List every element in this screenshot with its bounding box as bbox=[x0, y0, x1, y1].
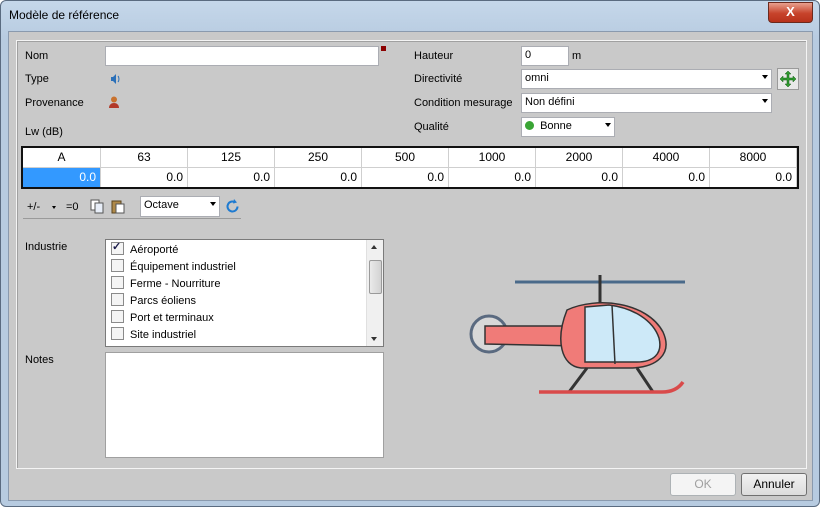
frequency-values-row: 0.0 0.0 0.0 0.0 0.0 0.0 0.0 0.0 0.0 bbox=[23, 168, 797, 187]
chevron-down-icon bbox=[762, 99, 768, 103]
list-item[interactable]: Site industriel bbox=[111, 327, 196, 343]
qualite-value: Bonne bbox=[540, 120, 572, 132]
condition-value: Non défini bbox=[525, 96, 575, 108]
notes-label: Notes bbox=[25, 354, 54, 366]
frequency-header-cell: 125 bbox=[188, 148, 275, 167]
frequency-header-cell: 8000 bbox=[710, 148, 797, 167]
frequency-value-cell[interactable]: 0.0 bbox=[188, 168, 275, 187]
hauteur-input[interactable]: 0 bbox=[521, 46, 569, 66]
frequency-value-cell[interactable]: 0.0 bbox=[710, 168, 797, 187]
list-item[interactable]: Équipement industriel bbox=[111, 259, 236, 275]
directivite-label: Directivité bbox=[414, 73, 463, 85]
list-item-label: Parcs éoliens bbox=[130, 295, 197, 307]
list-item-label: Port et terminaux bbox=[130, 312, 214, 324]
dialog-body: Nom Type Provenance Lw (dB) Hauteur 0 m … bbox=[8, 31, 813, 501]
zero-button[interactable]: =0 bbox=[66, 201, 79, 213]
frequency-value-cell[interactable]: 0.0 bbox=[23, 168, 101, 187]
list-scrollbar[interactable] bbox=[366, 240, 383, 346]
title-bar[interactable]: Modèle de référence X bbox=[1, 1, 819, 31]
speaker-icon[interactable] bbox=[108, 72, 122, 89]
checkbox[interactable] bbox=[111, 259, 124, 272]
checkbox[interactable] bbox=[111, 310, 124, 323]
provenance-label: Provenance bbox=[25, 97, 84, 109]
band-value: Octave bbox=[144, 199, 179, 211]
condition-label: Condition mesurage bbox=[414, 97, 513, 109]
industrie-list[interactable]: Aéroporté Équipement industriel Ferme - No… bbox=[105, 239, 384, 347]
copy-icon[interactable] bbox=[90, 199, 104, 217]
checkbox[interactable] bbox=[111, 240, 124, 255]
frequency-header-cell: 63 bbox=[101, 148, 188, 167]
scroll-down-icon[interactable] bbox=[371, 337, 377, 341]
list-item[interactable]: Parcs éoliens bbox=[111, 293, 196, 309]
frequency-header-cell: 2000 bbox=[536, 148, 623, 167]
qualite-label: Qualité bbox=[414, 121, 449, 133]
checkbox[interactable] bbox=[111, 276, 124, 289]
frequency-value-cell[interactable]: 0.0 bbox=[623, 168, 710, 187]
directivite-value: omni bbox=[525, 72, 549, 84]
window-title: Modèle de référence bbox=[9, 8, 120, 22]
scroll-up-icon[interactable] bbox=[371, 245, 377, 249]
frequency-header-cell: 1000 bbox=[449, 148, 536, 167]
frequency-value-cell[interactable]: 0.0 bbox=[101, 168, 188, 187]
paste-icon[interactable] bbox=[111, 199, 125, 217]
frequency-header-row: A 63 125 250 500 1000 2000 4000 8000 bbox=[23, 148, 797, 168]
frequency-header-cell: 4000 bbox=[623, 148, 710, 167]
user-icon[interactable] bbox=[107, 95, 121, 112]
condition-select[interactable]: Non défini bbox=[521, 93, 772, 113]
list-item[interactable]: Port et terminaux bbox=[111, 310, 214, 326]
refresh-icon[interactable] bbox=[224, 198, 241, 218]
directivite-select[interactable]: omni bbox=[521, 69, 772, 89]
type-label: Type bbox=[25, 73, 49, 85]
required-marker bbox=[381, 46, 386, 51]
frequency-table: A 63 125 250 500 1000 2000 4000 8000 0.0 0.0 0.0 0.… bbox=[21, 146, 799, 189]
quality-dot-icon bbox=[525, 121, 534, 130]
chevron-down-icon[interactable] bbox=[52, 206, 56, 209]
frequency-value-cell[interactable]: 0.0 bbox=[275, 168, 362, 187]
list-item-label: Équipement industriel bbox=[130, 261, 236, 273]
directivity-edit-button[interactable] bbox=[777, 68, 799, 90]
ok-button[interactable]: OK bbox=[670, 473, 736, 496]
list-item[interactable]: Aéroporté bbox=[111, 240, 179, 258]
helicopter-icon bbox=[469, 275, 685, 394]
list-item[interactable]: Ferme - Nourriture bbox=[111, 276, 220, 292]
band-select[interactable]: Octave bbox=[140, 196, 220, 217]
nom-label: Nom bbox=[25, 50, 49, 62]
list-item-label: Site industriel bbox=[130, 329, 197, 341]
close-button[interactable]: X bbox=[768, 2, 813, 23]
spectrum-toolbar: +/- =0 Octave bbox=[23, 196, 241, 219]
dialog-window: Modèle de référence X Nom Type Provenanc… bbox=[0, 0, 820, 507]
list-item-label: Aéroporté bbox=[130, 244, 179, 256]
frequency-header-cell: A bbox=[23, 148, 101, 167]
hauteur-unit: m bbox=[572, 50, 582, 62]
cancel-button[interactable]: Annuler bbox=[741, 473, 807, 496]
frequency-value-cell[interactable]: 0.0 bbox=[449, 168, 536, 187]
frequency-header-cell: 250 bbox=[275, 148, 362, 167]
qualite-select[interactable]: Bonne bbox=[521, 117, 615, 137]
hauteur-label: Hauteur bbox=[414, 50, 454, 62]
nom-input[interactable] bbox=[105, 46, 379, 66]
move-arrows-icon bbox=[779, 70, 797, 88]
scroll-thumb[interactable] bbox=[369, 260, 382, 294]
notes-textarea[interactable] bbox=[105, 352, 384, 458]
frequency-header-cell: 500 bbox=[362, 148, 449, 167]
list-item-label: Ferme - Nourriture bbox=[130, 278, 221, 290]
frequency-value-cell[interactable]: 0.0 bbox=[536, 168, 623, 187]
chevron-down-icon bbox=[210, 202, 216, 206]
frequency-value-cell[interactable]: 0.0 bbox=[362, 168, 449, 187]
lw-label: Lw (dB) bbox=[25, 126, 63, 138]
plusminus-button[interactable]: +/- bbox=[27, 201, 40, 213]
chevron-down-icon bbox=[762, 75, 768, 79]
chevron-down-icon bbox=[605, 123, 611, 127]
industrie-label: Industrie bbox=[25, 241, 68, 253]
checkbox[interactable] bbox=[111, 327, 124, 340]
checkbox[interactable] bbox=[111, 293, 124, 306]
